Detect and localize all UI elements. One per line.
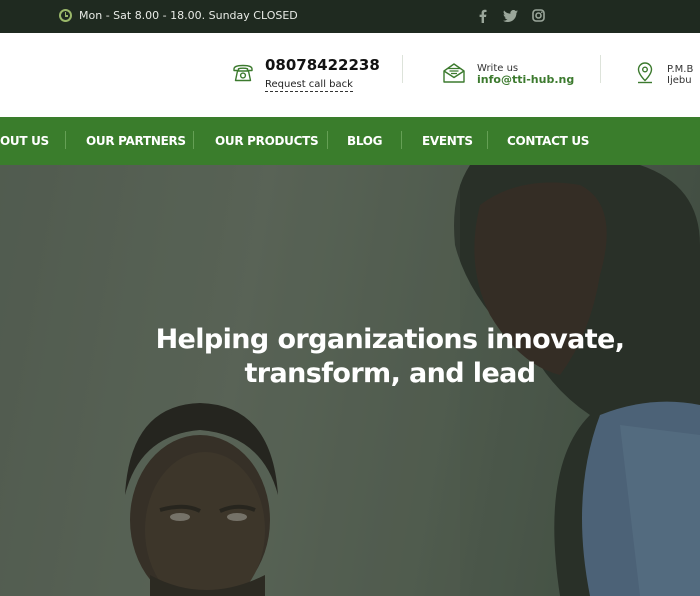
- top-info-bar: Mon - Sat 8.00 - 18.00. Sunday CLOSED: [0, 0, 700, 33]
- facebook-icon[interactable]: [475, 8, 490, 23]
- contact-divider: [600, 55, 601, 83]
- address-contact: P.M.B Ijebu: [634, 33, 693, 117]
- hero-headline: Helping organizations innovate, transfor…: [90, 323, 690, 391]
- clock-icon: [59, 9, 72, 22]
- nav-separator: [487, 131, 488, 149]
- address-line-2: Ijebu: [667, 75, 692, 86]
- opening-hours: Mon - Sat 8.00 - 18.00. Sunday CLOSED: [59, 9, 298, 22]
- contact-divider: [402, 55, 403, 83]
- request-callback-link[interactable]: Request call back: [265, 79, 353, 92]
- email-link[interactable]: info@tti-hub.ng: [477, 74, 574, 87]
- nav-item-blog[interactable]: BLOG: [347, 117, 383, 165]
- hero-headline-line-1: Helping organizations innovate,: [155, 324, 625, 355]
- phone-number[interactable]: 08078422238: [265, 56, 380, 74]
- main-navigation: OUT US OUR PARTNERS OUR PRODUCTS BLOG EV…: [0, 117, 700, 165]
- nav-item-events[interactable]: EVENTS: [422, 117, 473, 165]
- twitter-icon[interactable]: [503, 8, 518, 23]
- nav-separator: [401, 131, 402, 149]
- email-contact: Write us info@tti-hub.ng: [442, 33, 574, 117]
- nav-item-our-products[interactable]: OUR PRODUCTS: [215, 117, 319, 165]
- nav-separator: [65, 131, 66, 149]
- phone-contact: 08078422238 Request call back: [232, 33, 380, 117]
- nav-item-our-partners[interactable]: OUR PARTNERS: [86, 117, 186, 165]
- opening-hours-text: Mon - Sat 8.00 - 18.00. Sunday CLOSED: [79, 9, 298, 22]
- instagram-icon[interactable]: [531, 8, 546, 23]
- social-links: [475, 8, 546, 23]
- hero-headline-line-2: transform, and lead: [244, 358, 536, 389]
- contact-bar: 08078422238 Request call back Write us i…: [0, 33, 700, 117]
- nav-item-contact-us[interactable]: CONTACT US: [507, 117, 589, 165]
- address-line-1: P.M.B: [667, 63, 694, 75]
- telephone-icon: [232, 63, 254, 88]
- nav-separator: [193, 131, 194, 149]
- location-pin-icon: [634, 61, 656, 90]
- envelope-icon: [442, 62, 466, 89]
- nav-separator: [327, 131, 328, 149]
- hero-banner: Helping organizations innovate, transfor…: [0, 165, 700, 596]
- nav-item-about-us[interactable]: OUT US: [0, 117, 49, 165]
